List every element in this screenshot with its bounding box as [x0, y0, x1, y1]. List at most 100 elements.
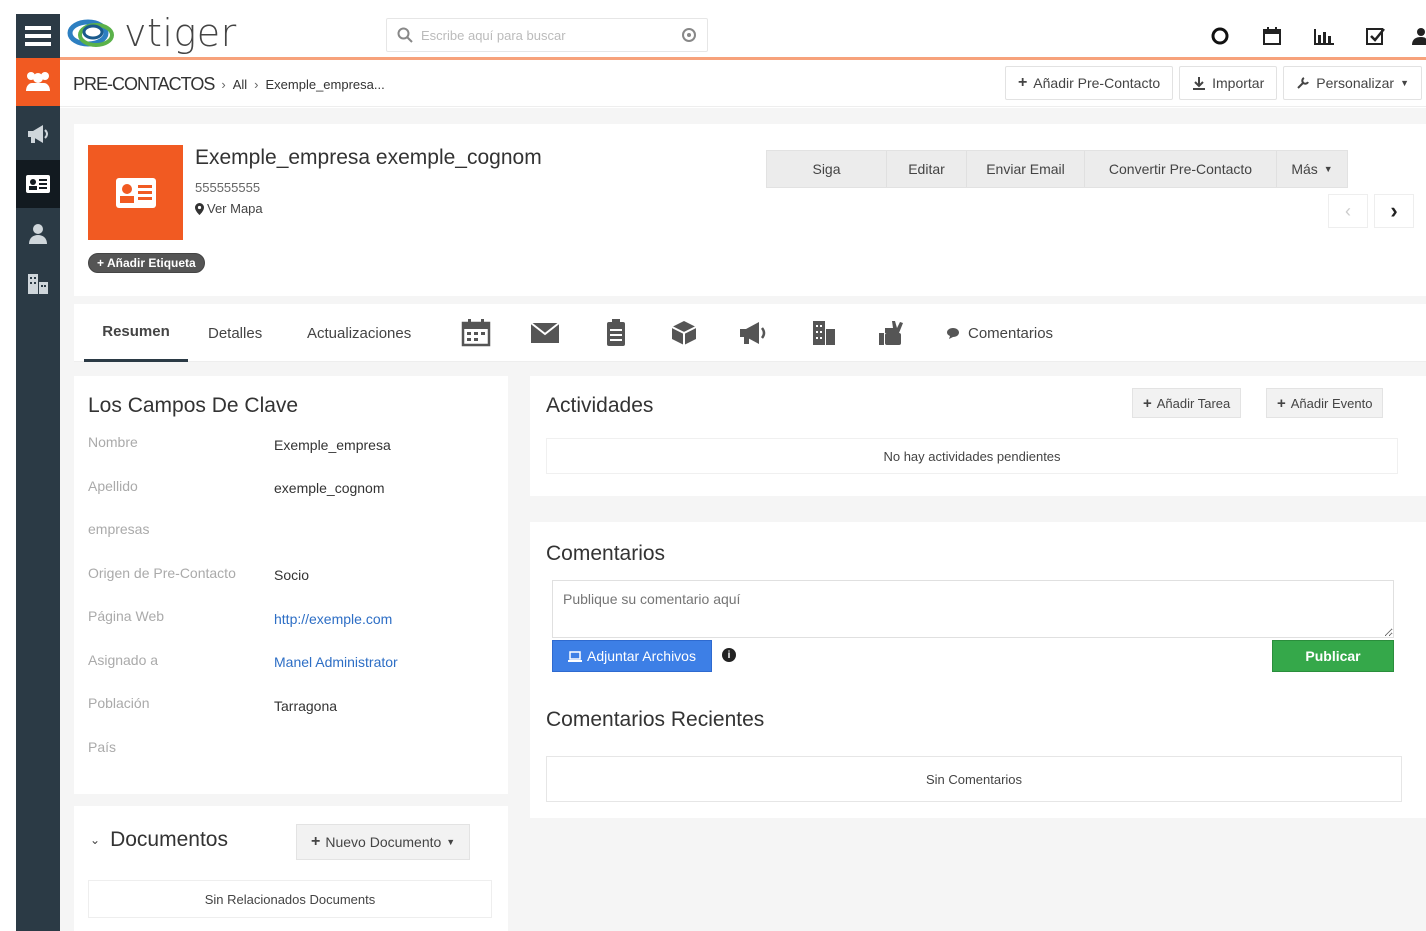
- info-icon[interactable]: i: [722, 648, 736, 662]
- menu-toggle-button[interactable]: [16, 14, 60, 58]
- key-fields-title: Los Campos De Clave: [88, 394, 299, 417]
- more-label: Más: [1291, 161, 1318, 177]
- plus-icon: +: [1143, 394, 1152, 412]
- tab-details-label: Detalles: [208, 324, 263, 342]
- tab-comments[interactable]: Comentarios: [946, 304, 1053, 362]
- plus-icon: +: [1277, 394, 1286, 412]
- sidebar-item-marketing[interactable]: [16, 58, 60, 106]
- tab-campaigns[interactable]: [738, 304, 768, 362]
- key-fields-card: Los Campos De Clave Nombre Exemple_empre…: [74, 376, 508, 794]
- document-icon: [607, 319, 625, 346]
- record-pager: ‹ ›: [1328, 194, 1414, 228]
- tasks-button[interactable]: [1350, 24, 1402, 48]
- app-sidebar: [16, 14, 60, 931]
- record-actions: Siga Editar Enviar Email Convertir Pre-C…: [766, 150, 1348, 188]
- search-icon: [397, 27, 413, 43]
- download-icon: [1193, 77, 1206, 90]
- comment-icon: [947, 328, 959, 339]
- plus-icon: +: [1017, 74, 1028, 91]
- field-label: Origen de Pre-Contacto: [88, 565, 236, 581]
- user-menu-button[interactable]: [1402, 24, 1426, 48]
- new-document-dropdown[interactable]: + Nuevo Documento ▼: [296, 824, 471, 860]
- users-group-icon: [26, 72, 50, 91]
- calendar-icon: [1263, 27, 1281, 45]
- advanced-search-icon[interactable]: [681, 27, 697, 43]
- send-email-button[interactable]: Enviar Email: [967, 151, 1085, 187]
- add-tag-button[interactable]: + Añadir Etiqueta: [88, 253, 205, 273]
- record-title: Exemple_empresa exemple_cognom: [195, 146, 542, 169]
- top-actions: [1194, 24, 1426, 48]
- reports-button[interactable]: [1298, 24, 1350, 48]
- attach-files-button[interactable]: Adjuntar Archivos: [552, 640, 712, 672]
- documents-toggle[interactable]: ⌄ Documentos: [90, 828, 228, 852]
- tab-updates-label: Actualizaciones: [307, 324, 412, 342]
- quick-create-button[interactable]: [1194, 24, 1246, 48]
- field-value-last-name[interactable]: exemple_cognom: [274, 480, 385, 496]
- breadcrumb-module[interactable]: PRE-CONTACTOS: [73, 74, 215, 95]
- comments-card: Comentarios Adjuntar Archivos i Publicar…: [530, 522, 1426, 818]
- lead-record-icon: [88, 145, 183, 240]
- documents-title: Documentos: [110, 828, 228, 851]
- record-phone: 555555555: [195, 180, 261, 195]
- comments-title: Comentarios: [546, 542, 666, 565]
- tab-emails[interactable]: [530, 304, 560, 362]
- tab-products[interactable]: [670, 304, 698, 362]
- assigned-to-link[interactable]: Manel Administrator: [274, 654, 398, 670]
- previous-record-button[interactable]: ‹: [1328, 194, 1368, 228]
- calendar-button[interactable]: [1246, 24, 1298, 48]
- chevron-down-icon: ⌄: [90, 833, 101, 847]
- chevron-right-icon: ›: [254, 77, 259, 92]
- add-event-button[interactable]: + Añadir Evento: [1266, 388, 1384, 418]
- breadcrumb-filter[interactable]: All: [233, 77, 247, 92]
- documents-card: ⌄ Documentos + Nuevo Documento ▼ Sin Relac…: [74, 806, 508, 931]
- laptop-icon: [568, 650, 583, 662]
- tab-summary[interactable]: Resumen: [84, 304, 188, 362]
- hand-cursor-icon: [879, 321, 903, 345]
- comment-textarea[interactable]: [552, 580, 1394, 638]
- sidebar-item-campaigns[interactable]: [16, 110, 60, 158]
- publish-button[interactable]: Publicar: [1272, 640, 1394, 672]
- edit-button[interactable]: Editar: [887, 151, 967, 187]
- tab-services[interactable]: [811, 304, 837, 362]
- megaphone-icon: [740, 322, 766, 344]
- field-label: País: [88, 739, 117, 755]
- envelope-icon: [530, 322, 560, 343]
- attach-files-label: Adjuntar Archivos: [587, 648, 696, 664]
- customize-dropdown[interactable]: Personalizar ▼: [1283, 66, 1422, 100]
- tab-details[interactable]: Detalles: [208, 304, 262, 362]
- add-lead-button[interactable]: + Añadir Pre-Contacto: [1004, 66, 1174, 100]
- view-map-label: Ver Mapa: [207, 201, 263, 216]
- field-value-lead-source[interactable]: Socio: [274, 567, 309, 583]
- view-map-link[interactable]: Ver Mapa: [195, 201, 263, 216]
- chevron-left-icon: ‹: [1345, 200, 1351, 221]
- field-value-city[interactable]: Tarragona: [274, 698, 337, 714]
- tab-activities[interactable]: [877, 304, 907, 362]
- vtiger-logo[interactable]: vtiger: [66, 11, 237, 55]
- sidebar-item-leads[interactable]: [16, 160, 60, 208]
- follow-button[interactable]: Siga: [767, 151, 887, 187]
- chart-icon: [1314, 29, 1334, 45]
- more-dropdown[interactable]: Más ▼: [1277, 151, 1347, 187]
- global-search[interactable]: [386, 18, 708, 52]
- field-label: Página Web: [88, 608, 165, 624]
- website-link[interactable]: http://exemple.com: [274, 611, 392, 627]
- megaphone-icon: [28, 125, 48, 143]
- tab-calendar[interactable]: [461, 304, 491, 362]
- main-content: Exemple_empresa exemple_cognom 555555555…: [60, 108, 1426, 931]
- customize-label: Personalizar: [1316, 75, 1395, 91]
- sidebar-item-organizations[interactable]: [16, 260, 60, 308]
- field-label: Población: [88, 695, 150, 711]
- next-record-button[interactable]: ›: [1374, 194, 1414, 228]
- sidebar-item-contacts[interactable]: [16, 210, 60, 258]
- top-bar: vtiger: [60, 11, 1426, 60]
- contact-card-icon: [115, 177, 156, 208]
- search-input[interactable]: [421, 27, 673, 43]
- user-icon: [29, 224, 47, 244]
- field-value-first-name[interactable]: Exemple_empresa: [274, 437, 391, 453]
- tab-documents[interactable]: [605, 304, 627, 362]
- convert-lead-button[interactable]: Convertir Pre-Contacto: [1085, 151, 1277, 187]
- import-button[interactable]: Importar: [1179, 66, 1278, 100]
- tab-updates[interactable]: Actualizaciones: [307, 304, 411, 362]
- edit-label: Editar: [908, 161, 945, 177]
- add-task-button[interactable]: + Añadir Tarea: [1132, 388, 1242, 418]
